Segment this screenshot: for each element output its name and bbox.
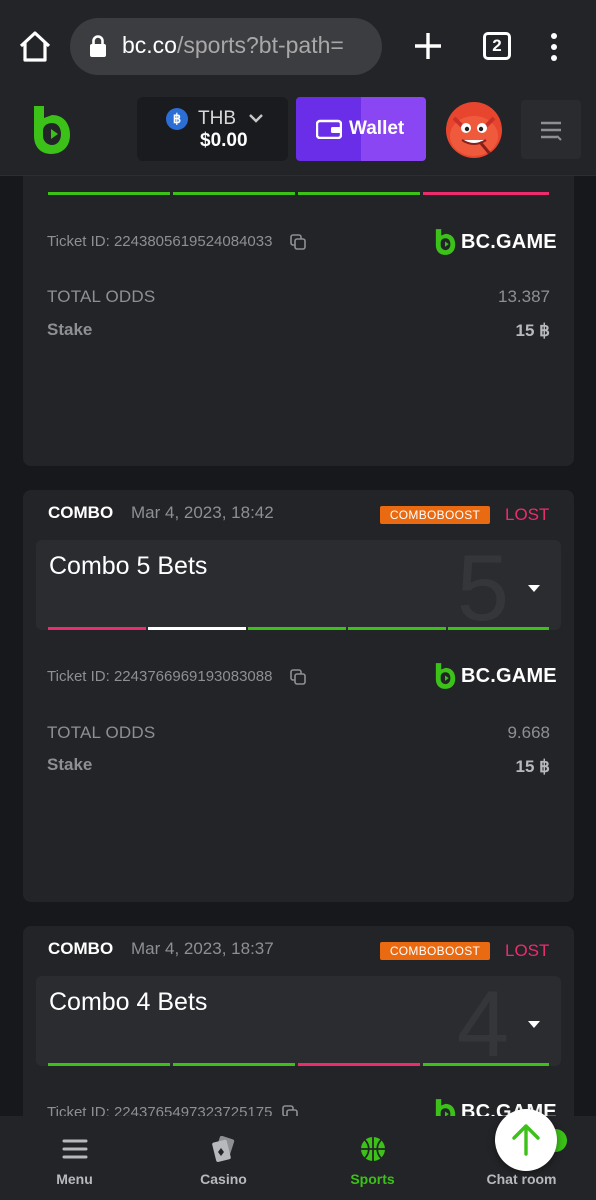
total-odds-label: TOTAL ODDS — [47, 723, 156, 742]
leg-status-bar — [248, 627, 346, 630]
bet-type: COMBO — [48, 939, 114, 958]
nav-item-sports[interactable]: Sports — [298, 1116, 447, 1200]
ticket-id: Ticket ID: 2243766969193083088 — [47, 668, 273, 685]
bc-game-logo: BC.GAME — [433, 228, 557, 256]
nav-label: Casino — [200, 1171, 247, 1187]
url-host: bc.co — [122, 32, 177, 58]
copy-icon[interactable] — [282, 1105, 298, 1116]
nav-label: Chat room — [486, 1171, 557, 1187]
combo-panel[interactable]: 5 Combo 5 Bets — [36, 540, 561, 630]
nav-label: Menu — [56, 1171, 93, 1187]
bet-date: Mar 4, 2023, 18:37 — [131, 939, 274, 958]
bet-history-list[interactable]: 4 Ticket ID: 2243805619524084033 BC.GAME… — [0, 176, 596, 1116]
total-odds-value: 9.668 — [507, 723, 550, 742]
copy-icon[interactable] — [290, 669, 306, 685]
baht-coin-icon: ฿ — [166, 108, 188, 130]
leg-status-bar — [348, 627, 446, 630]
leg-status-bar — [423, 1063, 549, 1066]
nav-item-menu[interactable]: Menu — [0, 1116, 149, 1200]
stake-label: Stake — [47, 755, 93, 774]
home-icon[interactable] — [16, 28, 54, 66]
status-badge: LOST — [505, 505, 550, 524]
wallet-icon — [316, 119, 342, 139]
scroll-to-top-button[interactable] — [495, 1109, 557, 1171]
basketball-icon — [361, 1137, 385, 1161]
comboboost-badge: COMBOBOOST — [380, 506, 490, 524]
menu-icon — [62, 1139, 88, 1159]
site-menu-button[interactable] — [521, 100, 581, 159]
combo-count-watermark: 5 — [456, 540, 509, 630]
combo-title: Combo 4 Bets — [49, 988, 208, 1016]
bc-game-logo: BC.GAME — [433, 662, 557, 690]
total-odds-label: TOTAL ODDS — [47, 287, 156, 306]
bc-logo-icon — [435, 663, 456, 689]
leg-status-bar — [173, 192, 295, 195]
combo-title: Combo 5 Bets — [49, 552, 208, 580]
bc-logo-icon — [435, 229, 456, 255]
bet-type: COMBO — [48, 503, 114, 522]
bc-logo-text: BC.GAME — [461, 231, 557, 253]
leg-status-bar — [423, 192, 549, 195]
wallet-label[interactable]: Wallet — [349, 118, 404, 140]
arrow-up-icon — [512, 1124, 540, 1156]
caret-down-icon[interactable] — [527, 1020, 541, 1029]
new-tab-icon[interactable] — [412, 30, 444, 62]
bc-logo-text: BC.GAME — [461, 665, 557, 687]
url-text[interactable]: bc.co/sports?bt-path= — [122, 32, 376, 59]
bet-date: Mar 4, 2023, 18:42 — [131, 503, 274, 522]
bet-ticket-card: COMBO Mar 4, 2023, 18:37 COMBOBOOST LOST… — [23, 926, 574, 1116]
stake-value: 15 ฿ — [515, 321, 550, 340]
leg-status-bar — [48, 1063, 170, 1066]
hamburger-icon — [541, 121, 562, 141]
comboboost-badge: COMBOBOOST — [380, 942, 490, 960]
nav-item-casino[interactable]: Casino — [149, 1116, 298, 1200]
bc-logo-icon — [435, 1099, 456, 1116]
leg-status-bar — [298, 1063, 420, 1066]
avatar-character-icon — [450, 116, 498, 156]
leg-status-bar — [48, 627, 146, 630]
combo-count-watermark: 4 — [456, 976, 509, 1066]
bet-ticket-card: 4 Ticket ID: 2243805619524084033 BC.GAME… — [23, 176, 574, 466]
overflow-menu-icon[interactable] — [544, 32, 564, 62]
leg-status-bar — [173, 1063, 295, 1066]
currency-code: THB — [198, 108, 236, 129]
combo-panel[interactable]: 4 Combo 4 Bets — [36, 976, 561, 1066]
bc-logo-icon[interactable] — [30, 104, 72, 156]
casino-icon — [212, 1136, 235, 1162]
caret-down-icon[interactable] — [527, 584, 541, 593]
total-odds-value: 13.387 — [498, 287, 550, 306]
tab-switcher-button[interactable]: 2 — [483, 32, 511, 60]
leg-status-bar — [448, 627, 549, 630]
ticket-id: Ticket ID: 2243805619524084033 — [47, 233, 273, 250]
url-path: /sports?bt-path= — [176, 32, 344, 58]
avatar[interactable] — [446, 102, 502, 158]
stake-value: 15 ฿ — [515, 757, 550, 776]
balance-amount: $0.00 — [200, 130, 248, 151]
copy-icon[interactable] — [290, 234, 306, 250]
nav-label: Sports — [350, 1171, 395, 1187]
status-badge: LOST — [505, 941, 550, 960]
leg-status-bar — [298, 192, 420, 195]
leg-status-bar — [148, 627, 246, 630]
leg-status-bar — [48, 192, 170, 195]
ticket-id: Ticket ID: 2243765497323725175 — [47, 1104, 273, 1116]
lock-icon — [90, 35, 106, 57]
bet-ticket-card: COMBO Mar 4, 2023, 18:42 COMBOBOOST LOST… — [23, 490, 574, 902]
stake-label: Stake — [47, 320, 93, 339]
chevron-down-icon[interactable] — [248, 112, 264, 124]
